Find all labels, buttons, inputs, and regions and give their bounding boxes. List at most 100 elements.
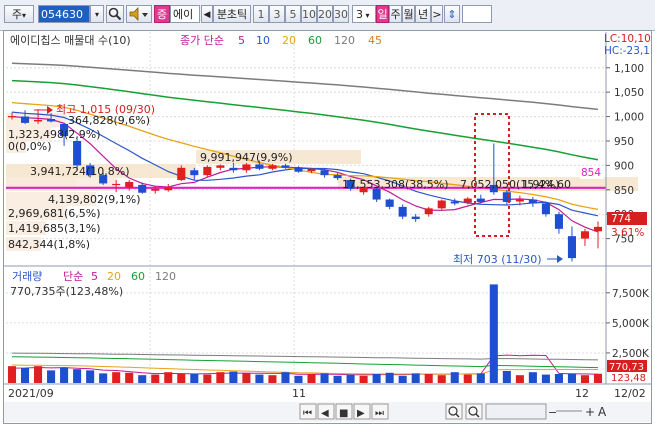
candle-body [593, 226, 603, 232]
price-tick-label: 900 [614, 160, 634, 172]
navigator-button-label: ⏭ [375, 408, 384, 419]
last-volume-box-label: 770,73 [609, 362, 644, 373]
candle-body [34, 119, 43, 122]
candle-body [320, 170, 329, 176]
volume-bar [541, 374, 550, 383]
zoom-icon[interactable] [445, 403, 463, 420]
candle-body [255, 164, 264, 169]
candle-body [424, 208, 433, 215]
volume-bar [346, 374, 355, 383]
candle-body [281, 165, 290, 168]
navigator-slider-track [485, 403, 547, 420]
volume-bar [411, 373, 420, 383]
volume-bar [112, 372, 121, 383]
corner-lc-label: LC:10,10 [604, 33, 651, 45]
volume-ma-legend-item: 120 [155, 270, 176, 283]
volume-bar [60, 367, 69, 383]
candle-body [580, 231, 590, 239]
volume-tick-label: 5,000K [612, 318, 650, 330]
low-label: 최저 703 (11/30) [453, 253, 542, 266]
candle-body [177, 167, 186, 181]
zoom-icon[interactable] [465, 403, 483, 420]
volume-profile-label: 3,941,724(10,8%) [30, 165, 130, 178]
candle-body [476, 198, 485, 202]
candle-body [385, 199, 394, 207]
volume-bar [476, 373, 485, 383]
price-ma-legend-item: 120 [334, 34, 355, 47]
candle-body [73, 140, 82, 166]
navigator-bar: ⏮ ◀ ■ ▶ ⏭ − + A [4, 402, 651, 422]
volume-bar [34, 366, 43, 383]
navigator-button[interactable]: ▶ [353, 403, 371, 420]
volume-bar [7, 366, 17, 383]
navigator-button-label: ▶ [357, 408, 365, 419]
font-size-button[interactable]: A [598, 405, 607, 419]
volume-bar [281, 372, 290, 383]
volume-bar [138, 375, 147, 383]
volume-bar [567, 373, 576, 383]
volume-bar [554, 373, 563, 383]
navigator-button-label: ■ [339, 408, 348, 419]
price-ma-legend-item: 60 [308, 34, 322, 47]
candle-body [307, 168, 316, 172]
volume-bar [580, 375, 590, 383]
volume-bar [190, 373, 199, 383]
volume-bar [164, 372, 173, 383]
volume-bar [268, 375, 277, 383]
volume-profile-label: 842,344(1,8%) [8, 238, 90, 251]
candle-body [203, 166, 212, 176]
price-legend-title: 에이디칩스 매물대 수(10) [10, 34, 131, 47]
navigator-button[interactable]: ⏮ [299, 403, 317, 420]
volume-bar [294, 375, 303, 383]
last-volume-change-label: 123,48 [611, 373, 646, 384]
price-ma-legend-item: 5 [238, 34, 245, 47]
volume-bar [372, 373, 381, 383]
volume-bar [203, 374, 212, 383]
navigator-button[interactable]: ⏭ [371, 403, 389, 420]
chart-canvas[interactable]: 364,828(9,6%)1,323,498(2,9%)0(0,0%)3,941… [0, 0, 655, 426]
navigator-button[interactable]: ■ [335, 403, 353, 420]
hline-label: 854 [581, 167, 601, 179]
volume-bar [125, 372, 134, 383]
candle-body [164, 187, 173, 191]
corner-hc-label: HC:-23,1 [604, 45, 650, 57]
volume-bar [229, 371, 238, 383]
volume-profile-label: 1,419,685(3,1%) [8, 222, 101, 235]
candle-body [515, 199, 524, 202]
candle-body [528, 199, 537, 204]
volume-bar [307, 373, 316, 383]
x-axis-label: 12 [575, 387, 589, 400]
price-tick-label: 1,050 [614, 87, 644, 99]
zoom-button-frame [445, 403, 463, 420]
candle-body [411, 216, 420, 220]
volume-axis: 7,500K 5,000K 2,500K [606, 288, 650, 360]
price-tick-label: 1,000 [614, 112, 644, 124]
volume-legend-ma-prefix: 단순 [63, 270, 83, 283]
volume-bar [47, 370, 56, 383]
zoom-button-frame [465, 403, 483, 420]
volume-bar [99, 373, 108, 383]
volume-bar [437, 375, 446, 383]
volume-bar [450, 372, 459, 383]
volume-bar [593, 373, 603, 383]
zoom-in-button[interactable]: + [585, 405, 595, 419]
candle-body [216, 165, 225, 168]
x-axis-label: 2021/09 [8, 387, 54, 400]
price-tick-label: 850 [614, 185, 634, 197]
candle-body [242, 164, 251, 171]
navigator-button[interactable]: ◀ [317, 403, 335, 420]
last-volume-label: 770,735주(123,48%) [10, 285, 123, 298]
candle-body [112, 183, 121, 186]
candle-body [294, 167, 303, 172]
volume-bars [7, 284, 603, 383]
zoom-out-button[interactable]: − [548, 406, 557, 419]
volume-bar [515, 375, 524, 383]
volume-ma-legend-item: 20 [107, 270, 121, 283]
candle-body [125, 181, 134, 188]
price-ma-legend-item: 10 [256, 34, 270, 47]
volume-bar [424, 373, 433, 383]
volume-bar [242, 373, 251, 383]
volume-ma-line-120 [11, 352, 599, 361]
volume-ma-legend-item: 5 [91, 270, 98, 283]
candle-body [268, 165, 277, 169]
